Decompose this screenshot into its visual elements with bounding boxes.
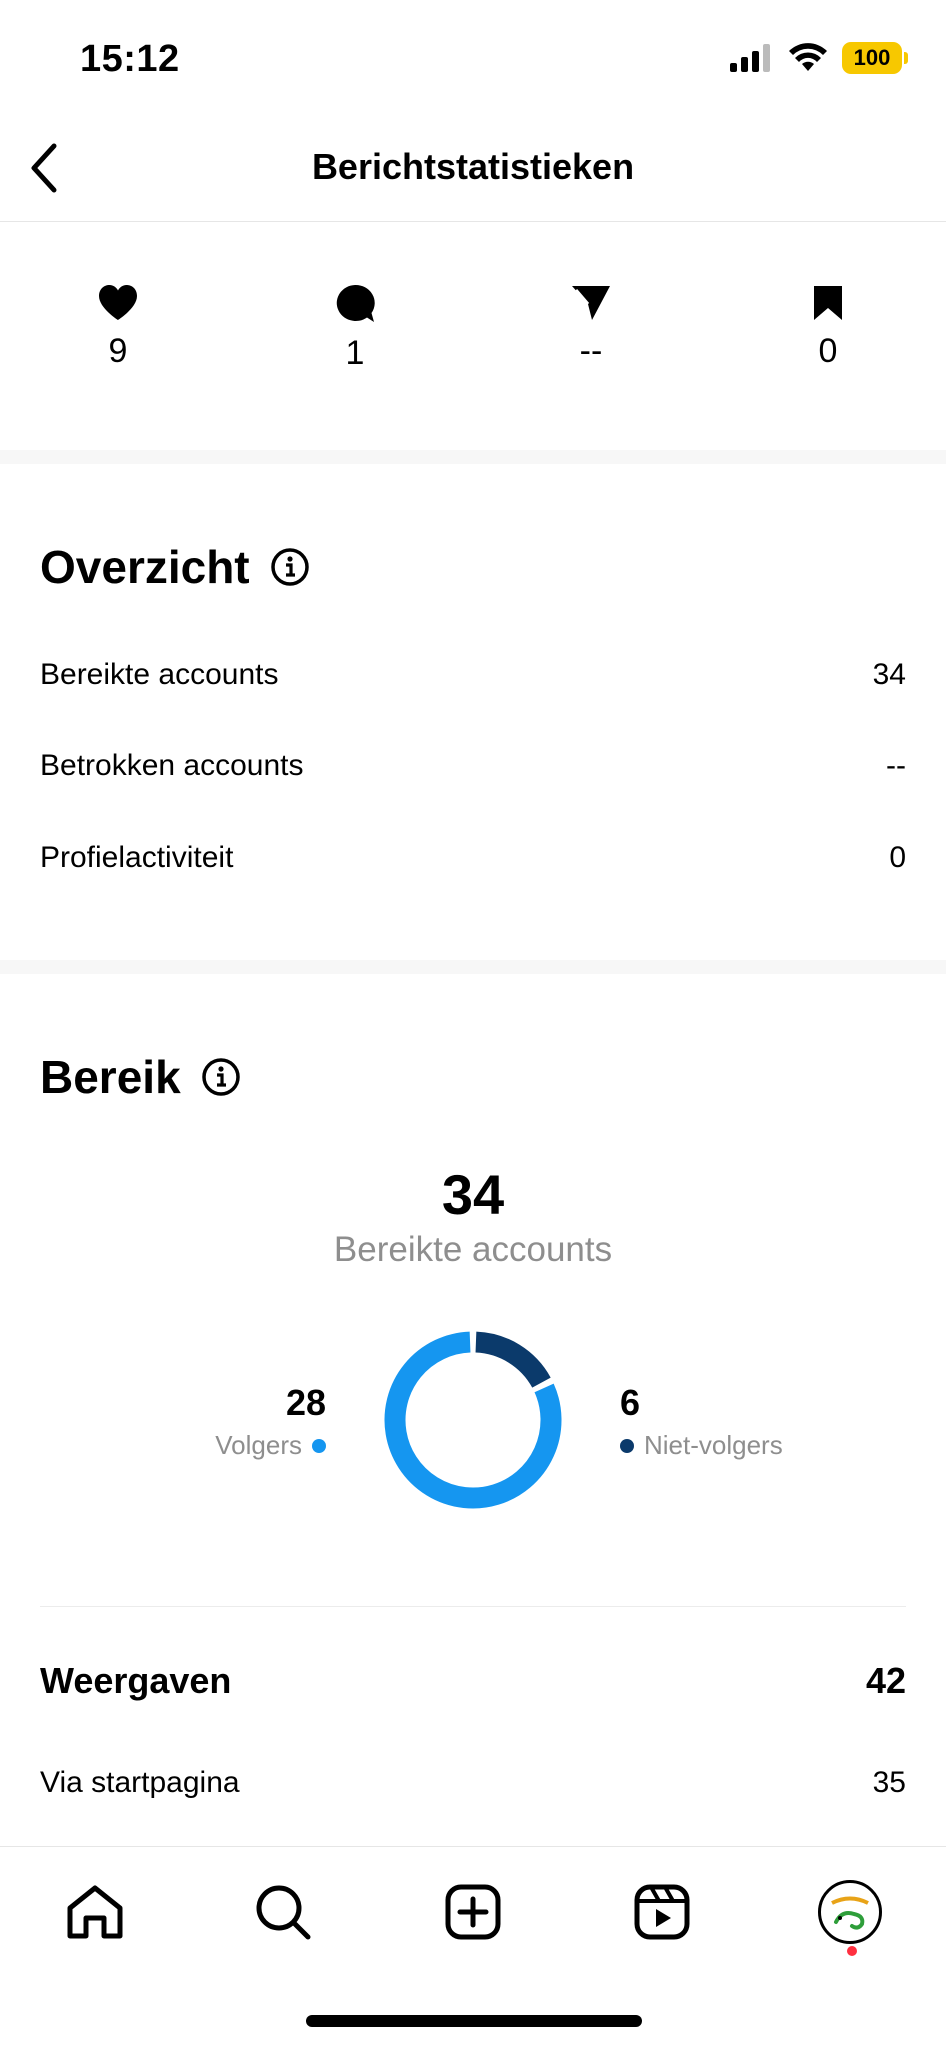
bookmark-icon — [814, 286, 842, 320]
info-icon[interactable] — [270, 547, 310, 587]
comment-icon — [336, 284, 375, 322]
post-insights-screen: 15:12 100 Berichtstatistieken 9 1 -- 0 O… — [0, 0, 946, 2048]
home-indicator — [306, 2015, 642, 2027]
battery-indicator: 100 — [842, 42, 908, 74]
signal-icon — [730, 44, 770, 72]
tab-profile[interactable] — [815, 1877, 885, 1947]
followers-dot — [312, 1438, 326, 1453]
views-source-value: 35 — [872, 1766, 906, 1799]
reach-heading: Bereik — [40, 1050, 241, 1104]
metric-row-reached[interactable]: Bereikte accounts 34 — [40, 658, 906, 692]
views-source-row: Via startpagina 35 — [40, 1766, 906, 1800]
non-followers-count: 6 — [620, 1382, 641, 1423]
non-followers-label-row: Niet-volgers — [620, 1430, 783, 1461]
engagement-stats: 9 1 -- 0 — [0, 222, 946, 450]
metric-row-profile-activity[interactable]: Profielactiviteit 0 — [40, 841, 906, 875]
header: Berichtstatistieken — [0, 120, 946, 222]
metric-value: 34 — [872, 658, 906, 691]
home-icon — [67, 1885, 123, 1939]
share-icon — [572, 286, 610, 320]
saves-count: 0 — [818, 332, 838, 370]
tab-create[interactable] — [438, 1877, 508, 1947]
metric-value: -- — [886, 749, 906, 782]
heart-icon — [99, 285, 137, 320]
section-divider — [0, 960, 946, 974]
create-icon — [445, 1884, 501, 1940]
non-followers-dot — [620, 1438, 634, 1453]
search-icon — [256, 1885, 311, 1940]
shares-count: -- — [579, 332, 603, 370]
metric-label: Bereikte accounts — [40, 658, 279, 691]
non-followers-segment — [475, 1331, 551, 1389]
chameleon-logo-icon — [825, 1887, 875, 1937]
comments-count: 1 — [345, 334, 365, 372]
overview-heading: Overzicht — [40, 540, 310, 594]
wifi-icon — [789, 43, 827, 71]
tab-reels[interactable] — [627, 1877, 697, 1947]
views-value: 42 — [865, 1660, 906, 1701]
followers-legend: 28 Volgers — [215, 1382, 326, 1461]
overview-title: Overzicht — [40, 541, 250, 593]
tab-search[interactable] — [248, 1877, 318, 1947]
views-row[interactable]: Weergaven 42 — [40, 1660, 906, 1702]
non-followers-label: Niet-volgers — [644, 1430, 783, 1460]
reels-icon — [634, 1884, 690, 1940]
likes-stat[interactable]: 9 — [58, 284, 178, 371]
followers-count: 28 — [285, 1382, 326, 1423]
shares-stat[interactable]: -- — [531, 284, 651, 371]
info-icon[interactable] — [201, 1057, 241, 1097]
notification-dot — [847, 1946, 857, 1956]
status-indicators: 100 — [730, 42, 908, 74]
battery-level: 100 — [853, 45, 891, 70]
reach-total: 34 — [441, 1163, 505, 1226]
likes-count: 9 — [108, 332, 128, 370]
views-label: Weergaven — [40, 1660, 232, 1701]
non-followers-legend: 6 Niet-volgers — [620, 1382, 783, 1461]
views-source-label: Via startpagina — [40, 1766, 240, 1799]
divider — [40, 1606, 906, 1607]
metric-label: Betrokken accounts — [40, 749, 304, 782]
followers-label-row: Volgers — [215, 1430, 326, 1461]
followers-label: Volgers — [215, 1430, 302, 1460]
section-divider — [0, 450, 946, 464]
metric-label: Profielactiviteit — [40, 841, 234, 874]
status-bar: 15:12 100 — [0, 0, 946, 120]
tab-home[interactable] — [60, 1877, 130, 1947]
profile-avatar — [818, 1880, 882, 1944]
saves-stat[interactable]: 0 — [768, 284, 888, 371]
status-time: 15:12 — [80, 38, 180, 80]
reach-title: Bereik — [40, 1051, 181, 1103]
reach-donut-chart — [384, 1331, 562, 1509]
comments-stat[interactable]: 1 — [295, 284, 415, 373]
metric-row-engaged[interactable]: Betrokken accounts -- — [40, 749, 906, 783]
reach-total-label: Bereikte accounts — [333, 1230, 613, 1269]
metric-value: 0 — [889, 841, 906, 874]
page-title: Berichtstatistieken — [311, 146, 635, 187]
